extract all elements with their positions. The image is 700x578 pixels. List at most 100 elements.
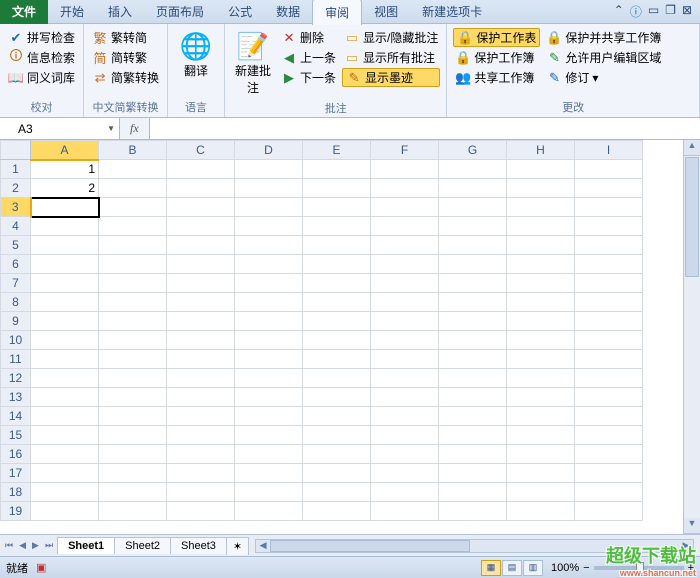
cell-I13[interactable] [575,388,643,407]
cell-I18[interactable] [575,483,643,502]
row-header-18[interactable]: 18 [1,483,31,502]
row-header-9[interactable]: 9 [1,312,31,331]
cell-I5[interactable] [575,236,643,255]
cell-C9[interactable] [167,312,235,331]
show-ink-button[interactable]: ✎显示墨迹 [342,68,440,87]
select-all-button[interactable] [1,141,31,160]
scroll-right-icon[interactable]: ▶ [679,540,693,552]
zoom-slider[interactable] [594,566,684,570]
next-comment-button[interactable]: ▶下一条 [279,68,338,87]
share-workbook-button[interactable]: 👥共享工作簿 [453,68,540,87]
cell-E16[interactable] [303,445,371,464]
cell-F7[interactable] [371,274,439,293]
window-restore-icon[interactable]: ❐ [665,3,676,20]
cell-C7[interactable] [167,274,235,293]
cell-E3[interactable] [303,198,371,217]
zoom-out-button[interactable]: − [583,562,589,574]
tab-review[interactable]: 审阅 [312,0,362,25]
cell-G3[interactable] [439,198,507,217]
row-header-14[interactable]: 14 [1,407,31,426]
cell-H4[interactable] [507,217,575,236]
row-header-7[interactable]: 7 [1,274,31,293]
cell-F15[interactable] [371,426,439,445]
cell-E1[interactable] [303,160,371,179]
row-header-4[interactable]: 4 [1,217,31,236]
cell-G5[interactable] [439,236,507,255]
cell-G6[interactable] [439,255,507,274]
cell-E10[interactable] [303,331,371,350]
cell-F12[interactable] [371,369,439,388]
cell-B16[interactable] [99,445,167,464]
cell-I14[interactable] [575,407,643,426]
cell-H17[interactable] [507,464,575,483]
cell-D12[interactable] [235,369,303,388]
cell-D14[interactable] [235,407,303,426]
scroll-left-icon[interactable]: ◀ [256,540,270,552]
cell-E14[interactable] [303,407,371,426]
cell-F8[interactable] [371,293,439,312]
cell-C17[interactable] [167,464,235,483]
cell-G13[interactable] [439,388,507,407]
cell-E6[interactable] [303,255,371,274]
row-header-2[interactable]: 2 [1,179,31,198]
scroll-up-icon[interactable]: ▲ [684,140,700,156]
col-header-I[interactable]: I [575,141,643,160]
cell-E4[interactable] [303,217,371,236]
tab-layout[interactable]: 页面布局 [144,0,216,24]
cell-A8[interactable] [31,293,99,312]
cell-C16[interactable] [167,445,235,464]
cell-C8[interactable] [167,293,235,312]
cell-H2[interactable] [507,179,575,198]
view-pagelayout-button[interactable]: ▤ [502,560,522,576]
protect-workbook-button[interactable]: 🔒保护工作簿 [453,48,540,67]
cell-I6[interactable] [575,255,643,274]
cell-H3[interactable] [507,198,575,217]
row-header-15[interactable]: 15 [1,426,31,445]
tab-home[interactable]: 开始 [48,0,96,24]
cell-A17[interactable] [31,464,99,483]
delete-comment-button[interactable]: ✕删除 [279,28,338,47]
tab-formulas[interactable]: 公式 [216,0,264,24]
cell-F2[interactable] [371,179,439,198]
cell-A16[interactable] [31,445,99,464]
cell-B17[interactable] [99,464,167,483]
row-header-19[interactable]: 19 [1,502,31,521]
cell-D11[interactable] [235,350,303,369]
cell-F16[interactable] [371,445,439,464]
cell-B14[interactable] [99,407,167,426]
cell-G8[interactable] [439,293,507,312]
cell-H5[interactable] [507,236,575,255]
cell-B1[interactable] [99,160,167,179]
cell-H16[interactable] [507,445,575,464]
tab-newtab[interactable]: 新建选项卡 [410,0,494,24]
cell-E8[interactable] [303,293,371,312]
cell-B2[interactable] [99,179,167,198]
cell-C14[interactable] [167,407,235,426]
cell-F6[interactable] [371,255,439,274]
name-box[interactable]: A3▼ [0,118,120,139]
sheet-new-button[interactable]: ✶ [226,537,249,555]
col-header-H[interactable]: H [507,141,575,160]
cell-C1[interactable] [167,160,235,179]
cell-D9[interactable] [235,312,303,331]
cell-E11[interactable] [303,350,371,369]
cell-E17[interactable] [303,464,371,483]
cell-G7[interactable] [439,274,507,293]
ribbon-minimize-icon[interactable]: ⌃ [614,3,624,20]
row-header-17[interactable]: 17 [1,464,31,483]
cell-D7[interactable] [235,274,303,293]
cell-C11[interactable] [167,350,235,369]
track-changes-button[interactable]: ✎修订 ▾ [544,68,663,87]
cell-A11[interactable] [31,350,99,369]
cell-A15[interactable] [31,426,99,445]
view-normal-button[interactable]: ▦ [481,560,501,576]
cell-F17[interactable] [371,464,439,483]
namebox-dropdown-icon[interactable]: ▼ [107,124,115,133]
cell-B12[interactable] [99,369,167,388]
cell-C15[interactable] [167,426,235,445]
cell-B19[interactable] [99,502,167,521]
cell-D10[interactable] [235,331,303,350]
cell-D5[interactable] [235,236,303,255]
cell-C19[interactable] [167,502,235,521]
cell-C2[interactable] [167,179,235,198]
